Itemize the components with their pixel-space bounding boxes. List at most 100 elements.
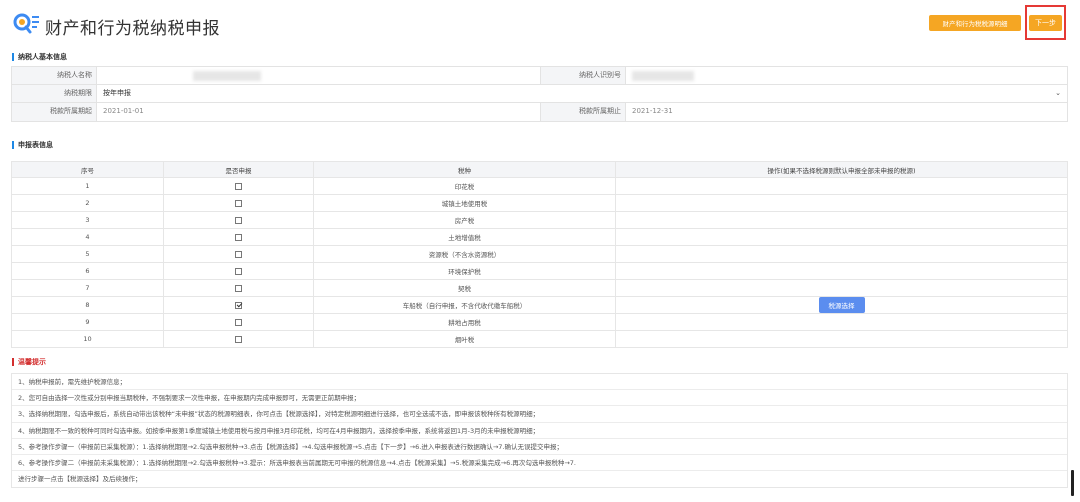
declaration-section-title: 申报表信息 bbox=[12, 141, 53, 149]
tip-item: 2、您可自由选择一次性或分别申报当期税种，不强制要求一次性申报，在申报期内完成申… bbox=[12, 390, 1067, 407]
tax-source-select-button[interactable]: 税源选择 bbox=[818, 297, 865, 313]
row-number: 7 bbox=[11, 279, 164, 297]
form-row-identity: 纳税人名称 纳税人识别号 bbox=[12, 67, 1067, 85]
table-row: 10 烟叶税 bbox=[11, 330, 1068, 348]
tax-type-cell: 车船税（自行申报，不含代收代缴车船税） bbox=[313, 296, 616, 314]
declare-cell bbox=[163, 194, 314, 212]
table-row: 3 房产税 bbox=[11, 211, 1068, 229]
row-number: 6 bbox=[11, 262, 164, 280]
tax-source-detail-button[interactable]: 财产和行为税税源明细 bbox=[929, 15, 1021, 31]
redacted-name bbox=[193, 71, 261, 81]
tips-section-title: 温馨提示 bbox=[12, 358, 46, 366]
table-header-row: 序号 是否申报 税种 操作(如果不选择税源则默认申报全部未申报的税源) bbox=[11, 161, 1068, 178]
col-header-tax-type: 税种 bbox=[313, 161, 616, 178]
declare-checkbox[interactable] bbox=[235, 335, 242, 343]
tax-type-cell: 土地增值税 bbox=[313, 228, 616, 246]
taxpayer-id-value bbox=[626, 67, 1067, 84]
declare-checkbox[interactable] bbox=[235, 216, 242, 224]
action-cell bbox=[615, 330, 1068, 348]
declare-cell bbox=[163, 279, 314, 297]
table-row: 2 城镇土地使用税 bbox=[11, 194, 1068, 212]
tip-item: 4、纳税期限不一致的税种可同时勾选申报。如按季申报第1季度城镇土地使用税与按月申… bbox=[12, 423, 1067, 439]
table-row: 4 土地增值税 bbox=[11, 228, 1068, 246]
col-header-action: 操作(如果不选择税源则默认申报全部未申报的税源) bbox=[615, 161, 1068, 178]
declare-checkbox[interactable] bbox=[235, 250, 242, 258]
declare-checkbox[interactable] bbox=[235, 199, 242, 207]
period-select-value: 按年申报 bbox=[103, 89, 131, 97]
declare-cell bbox=[163, 313, 314, 331]
chevron-down-icon: ⌄ bbox=[1055, 89, 1061, 97]
declare-checkbox[interactable] bbox=[235, 318, 242, 326]
next-button-highlight: 下一步 bbox=[1025, 5, 1066, 40]
taxpayer-id-label: 纳税人识别号 bbox=[541, 67, 626, 84]
tax-type-cell: 烟叶税 bbox=[313, 330, 616, 348]
table-row: 9 耕地占用税 bbox=[11, 313, 1068, 331]
row-number: 5 bbox=[11, 245, 164, 263]
action-cell bbox=[615, 245, 1068, 263]
tip-item: 6、参考操作步骤二（申报前未采集税源）：1.选择纳税期限→2.勾选申报税种→3.… bbox=[12, 455, 1067, 472]
table-row: 7 契税 bbox=[11, 279, 1068, 297]
declare-cell bbox=[163, 228, 314, 246]
end-date-label: 税款所属期止 bbox=[541, 103, 626, 121]
declare-checkbox[interactable] bbox=[235, 301, 242, 309]
table-row: 6 环境保护税 bbox=[11, 262, 1068, 280]
period-select[interactable]: 按年申报 ⌄ bbox=[97, 85, 1067, 102]
redacted-id bbox=[632, 71, 694, 81]
scrollbar-handle[interactable] bbox=[1071, 470, 1074, 496]
next-step-button[interactable]: 下一步 bbox=[1029, 15, 1062, 31]
tax-type-cell: 环境保护税 bbox=[313, 262, 616, 280]
action-cell bbox=[615, 228, 1068, 246]
tax-type-cell: 房产税 bbox=[313, 211, 616, 229]
action-cell: 税源选择 bbox=[615, 296, 1068, 314]
tip-item: 进行步骤一点击【税源选择】及后续操作； bbox=[18, 475, 142, 484]
tips-list: 1、纳税申报前，需先维护税源信息； 2、您可自由选择一次性或分别申报当期税种，不强… bbox=[11, 373, 1068, 489]
tax-search-logo-icon bbox=[13, 13, 39, 34]
declare-cell bbox=[163, 177, 314, 195]
start-date-value: 2021-01-01 bbox=[97, 103, 541, 121]
page-header: 财产和行为税纳税申报 财产和行为税税源明细 下一步 bbox=[0, 0, 1080, 48]
end-date-value: 2021-12-31 bbox=[632, 107, 673, 115]
tip-item: 5、参考操作步骤一（申报前已采集税源）：1.选择纳税期限→2.勾选申报税种→3.… bbox=[12, 439, 1067, 455]
tax-type-cell: 耕地占用税 bbox=[313, 313, 616, 331]
declare-checkbox[interactable] bbox=[235, 267, 242, 275]
action-cell bbox=[615, 177, 1068, 195]
tax-type-cell: 印花税 bbox=[313, 177, 616, 195]
action-cell bbox=[615, 279, 1068, 297]
action-cell bbox=[615, 262, 1068, 280]
taxpayer-name-value bbox=[97, 67, 541, 84]
declare-checkbox[interactable] bbox=[235, 284, 242, 292]
declare-cell bbox=[163, 245, 314, 263]
row-number: 3 bbox=[11, 211, 164, 229]
col-header-declare: 是否申报 bbox=[163, 161, 314, 178]
declaration-table: 序号 是否申报 税种 操作(如果不选择税源则默认申报全部未申报的税源) 1 印花税… bbox=[11, 161, 1068, 348]
row-number: 8 bbox=[11, 296, 164, 314]
form-row-dates: 税款所属期起 2021-01-01 税款所属期止 2021-12-31 bbox=[12, 103, 1067, 121]
table-row: 8 车船税（自行申报，不含代收代缴车船税） 税源选择 bbox=[11, 296, 1068, 314]
basic-info-form: 纳税人名称 纳税人识别号 纳税期限 按年申报 ⌄ 税款所属期起 2021-01-… bbox=[11, 66, 1068, 122]
form-row-period: 纳税期限 按年申报 ⌄ bbox=[12, 85, 1067, 103]
declare-cell bbox=[163, 296, 314, 314]
declare-checkbox[interactable] bbox=[235, 233, 242, 241]
declare-cell bbox=[163, 262, 314, 280]
tax-type-cell: 资源税（不含水资源税） bbox=[313, 245, 616, 263]
declare-checkbox[interactable] bbox=[235, 182, 242, 190]
action-cell bbox=[615, 194, 1068, 212]
row-number: 1 bbox=[11, 177, 164, 195]
tax-type-cell: 契税 bbox=[313, 279, 616, 297]
tip-item: 1、纳税申报前，需先维护税源信息； bbox=[12, 374, 1067, 391]
row-number: 10 bbox=[11, 330, 164, 348]
taxpayer-name-label: 纳税人名称 bbox=[12, 67, 97, 84]
declare-cell bbox=[163, 211, 314, 229]
table-row: 5 资源税（不含水资源税） bbox=[11, 245, 1068, 263]
basic-info-section-title: 纳税人基本信息 bbox=[12, 53, 67, 61]
action-cell bbox=[615, 313, 1068, 331]
period-label: 纳税期限 bbox=[12, 85, 97, 102]
page-title: 财产和行为税纳税申报 bbox=[45, 19, 220, 39]
row-number: 4 bbox=[11, 228, 164, 246]
action-cell bbox=[615, 211, 1068, 229]
col-header-no: 序号 bbox=[11, 161, 164, 178]
row-number: 2 bbox=[11, 194, 164, 212]
declare-cell bbox=[163, 330, 314, 348]
row-number: 9 bbox=[11, 313, 164, 331]
tip-item: 3、选择纳税期限，勾选申报后，系统自动带出该税种“未申报”状态的税源明细表，你可… bbox=[12, 406, 1067, 423]
